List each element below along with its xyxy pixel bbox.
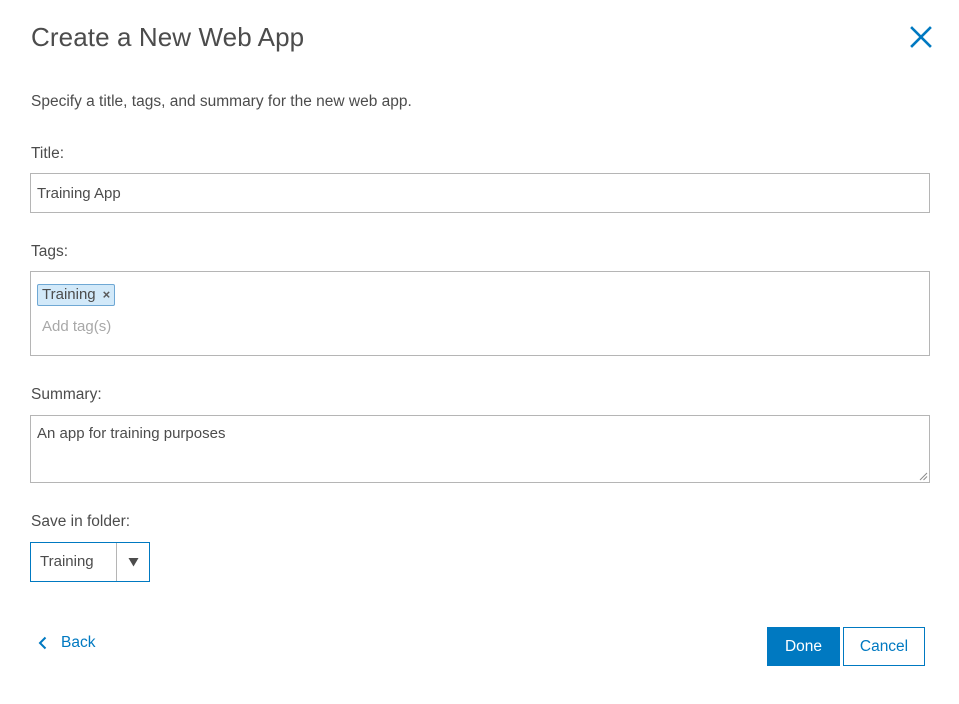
title-label: Title: — [31, 145, 65, 162]
title-input[interactable] — [30, 173, 930, 213]
folder-select[interactable]: Training — [30, 542, 150, 582]
add-tag-placeholder[interactable]: Add tag(s) — [42, 318, 111, 335]
done-button[interactable]: Done — [767, 627, 840, 666]
folder-label: Save in folder: — [31, 513, 131, 530]
close-icon — [910, 26, 932, 48]
tags-input[interactable]: Training × Add tag(s) — [30, 271, 930, 356]
chevron-left-icon — [38, 636, 47, 650]
create-web-app-dialog: Create a New Web App Specify a title, ta… — [0, 0, 959, 704]
summary-textarea[interactable]: An app for training purposes — [30, 415, 930, 483]
back-label: Back — [61, 634, 96, 651]
caret-down-icon[interactable] — [118, 543, 149, 581]
tags-label: Tags: — [31, 243, 69, 260]
dialog-title: Create a New Web App — [31, 22, 305, 52]
tag-remove-icon[interactable]: × — [103, 284, 111, 306]
dialog-instructions: Specify a title, tags, and summary for t… — [31, 93, 412, 110]
cancel-button[interactable]: Cancel — [843, 627, 925, 666]
close-button[interactable] — [906, 22, 936, 52]
summary-label: Summary: — [31, 386, 102, 403]
folder-select-value: Training — [40, 553, 94, 570]
tag-chip: Training × — [37, 284, 116, 306]
tag-chip-label: Training — [42, 286, 96, 303]
select-divider — [116, 543, 117, 581]
resize-grip-icon[interactable] — [918, 471, 928, 481]
back-button[interactable]: Back — [38, 634, 95, 652]
summary-text: An app for training purposes — [37, 425, 226, 442]
